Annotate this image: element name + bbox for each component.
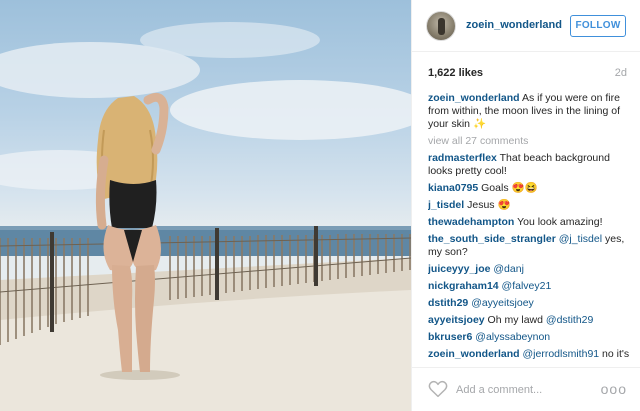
comment-username[interactable]: the_south_side_strangler xyxy=(428,233,556,245)
heart-outline-icon[interactable] xyxy=(428,380,448,398)
view-all-comments-link[interactable]: view all 27 comments xyxy=(428,135,630,148)
author-username[interactable]: zoein_wonderland xyxy=(466,19,562,31)
post-detail-panel: zoein_wonderland FOLLOW 1,622 likes 2d z… xyxy=(411,0,640,411)
comment-mention[interactable]: @ayyeitsjoey xyxy=(471,297,534,309)
comment-username[interactable]: thewadehampton xyxy=(428,216,514,228)
comment-mention[interactable]: @danj xyxy=(493,263,524,275)
comment-item: zoein_wonderland @jerrodlsmith91 no it's xyxy=(428,348,630,361)
comment-username[interactable]: j_tisdel xyxy=(428,199,464,211)
post-meta: 1,622 likes 2d xyxy=(412,52,640,90)
ellipsis-icon[interactable]: ooo xyxy=(601,381,627,397)
avatar[interactable] xyxy=(426,11,456,41)
heart-eyes-emoji-icon: 😍 xyxy=(497,199,511,211)
comment-item: radmasterflex That beach background look… xyxy=(428,152,630,178)
add-comment-input[interactable] xyxy=(456,382,596,398)
comment-username[interactable]: kiana0795 xyxy=(428,182,478,194)
comment-text: Goals xyxy=(481,182,509,194)
post-header: zoein_wonderland FOLLOW xyxy=(412,0,640,52)
comment-item: j_tisdel Jesus 😍 xyxy=(428,199,630,212)
comment-username[interactable]: juiceyyy_joe xyxy=(428,263,490,275)
comment-list: zoein_wonderland As if you were on fire … xyxy=(428,92,630,364)
laughing-emoji-icon: 😆 xyxy=(524,182,538,194)
comment-item: juiceyyy_joe @danj xyxy=(428,263,630,276)
comment-mention[interactable]: @dstith29 xyxy=(546,314,593,326)
comment-item: dstith29 @ayyeitsjoey xyxy=(428,297,630,310)
sparkles-icon: ✨ xyxy=(472,118,487,130)
comment-username[interactable]: bkruser6 xyxy=(428,331,472,343)
comment-username[interactable]: radmasterflex xyxy=(428,152,497,164)
comment-text: Jesus xyxy=(467,199,495,211)
caption: zoein_wonderland As if you were on fire … xyxy=(428,92,630,131)
comment-username[interactable]: zoein_wonderland xyxy=(428,348,520,360)
caption-username[interactable]: zoein_wonderland xyxy=(428,92,520,104)
comment-mention[interactable]: @falvey21 xyxy=(502,280,552,292)
like-count[interactable]: 1,622 likes xyxy=(428,67,483,79)
comment-text: Oh my lawd xyxy=(487,314,543,326)
comment-item: kiana0795 Goals 😍😆 xyxy=(428,182,630,195)
follow-button[interactable]: FOLLOW xyxy=(570,15,626,37)
comment-mention[interactable]: @alyssabeynon xyxy=(475,331,550,343)
comment-item: bkruser6 @alyssabeynon xyxy=(428,331,630,344)
comment-username[interactable]: dstith29 xyxy=(428,297,468,309)
comment-item: the_south_side_strangler @j_tisdel yes, … xyxy=(428,233,630,259)
comment-mention[interactable]: @jerrodlsmith91 xyxy=(523,348,600,360)
comment-mention[interactable]: @j_tisdel xyxy=(559,233,602,245)
heart-eyes-emoji-icon: 😍 xyxy=(511,182,525,194)
comment-footer: ooo xyxy=(412,367,640,411)
comment-username[interactable]: nickgraham14 xyxy=(428,280,499,292)
beach-photo-illustration xyxy=(0,22,411,411)
comment-item: ayyeitsjoey Oh my lawd @dstith29 xyxy=(428,314,630,327)
comment-item: nickgraham14 @falvey21 xyxy=(428,280,630,293)
comment-text: no it's xyxy=(602,348,630,360)
comment-text: You look amazing! xyxy=(517,216,603,228)
post-photo[interactable] xyxy=(0,0,411,411)
post-age[interactable]: 2d xyxy=(615,67,627,79)
comment-item: thewadehampton You look amazing! xyxy=(428,216,630,229)
comment-username[interactable]: ayyeitsjoey xyxy=(428,314,485,326)
